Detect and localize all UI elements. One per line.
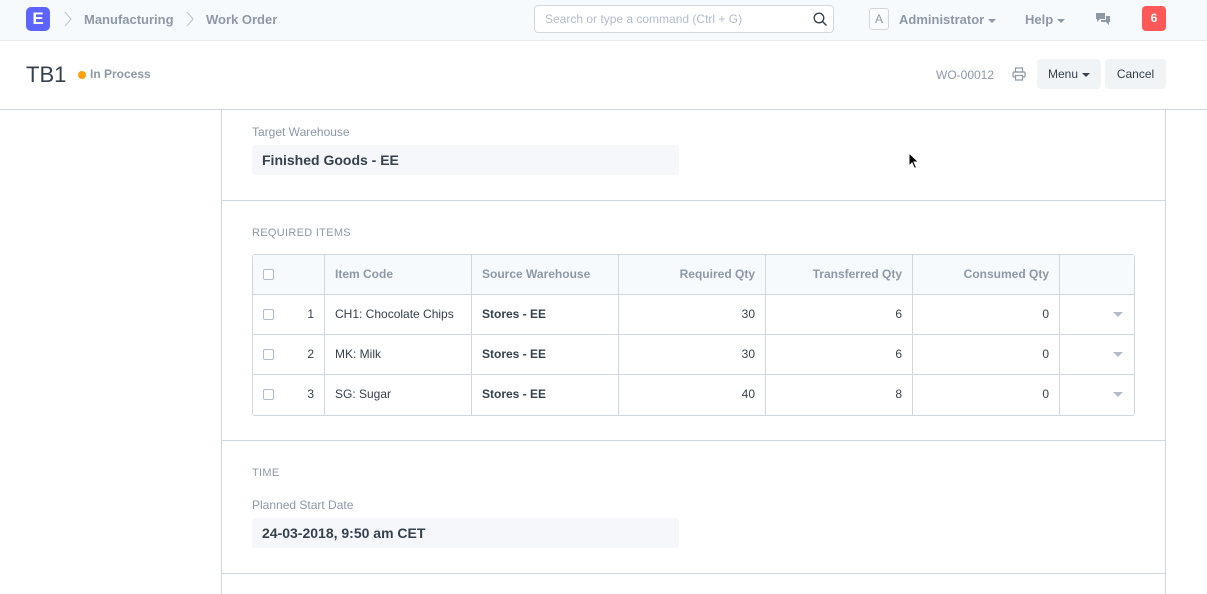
transferred-qty-cell[interactable]: 8	[766, 375, 913, 415]
cancel-button[interactable]: Cancel	[1105, 59, 1166, 89]
row-expand-icon[interactable]	[1113, 392, 1123, 397]
consumed-qty-cell[interactable]: 0	[913, 375, 1060, 415]
table-row[interactable]: 3 SG: Sugar Stores - EE 40 8 0	[253, 375, 1134, 415]
row-select-cell	[253, 335, 285, 374]
target-warehouse-field[interactable]: Finished Goods - EE	[252, 145, 679, 175]
column-header-source-warehouse: Source Warehouse	[472, 255, 619, 294]
row-index: 3	[285, 375, 325, 415]
avatar[interactable]: A	[869, 8, 889, 30]
transferred-qty-cell[interactable]: 6	[766, 295, 913, 334]
search-box	[534, 5, 834, 33]
breadcrumb-manufacturing[interactable]: Manufacturing	[84, 12, 174, 27]
row-actions-cell	[1060, 335, 1134, 374]
status-badge: In Process	[90, 67, 151, 81]
row-checkbox[interactable]	[263, 389, 274, 400]
select-all-checkbox[interactable]	[263, 269, 274, 280]
search-icon[interactable]	[813, 12, 828, 27]
column-header-transferred-qty: Transferred Qty	[766, 255, 913, 294]
row-checkbox[interactable]	[263, 309, 274, 320]
required-qty-cell[interactable]: 30	[619, 335, 766, 374]
chevron-right-icon	[64, 11, 72, 27]
row-expand-icon[interactable]	[1113, 352, 1123, 357]
column-header-required-qty: Required Qty	[619, 255, 766, 294]
transferred-qty-cell[interactable]: 6	[766, 335, 913, 374]
item-code-cell[interactable]: MK: Milk	[325, 335, 472, 374]
row-index: 1	[285, 295, 325, 334]
required-qty-cell[interactable]: 40	[619, 375, 766, 415]
table-row[interactable]: 1 CH1: Chocolate Chips Stores - EE 30 6 …	[253, 295, 1134, 335]
consumed-qty-cell[interactable]: 0	[913, 295, 1060, 334]
column-header-actions	[1060, 255, 1134, 294]
section-divider	[222, 440, 1165, 441]
row-actions-cell	[1060, 295, 1134, 334]
navbar: E Manufacturing Work Order A Administrat…	[0, 0, 1207, 41]
target-warehouse-label: Target Warehouse	[252, 125, 350, 139]
chevron-right-icon	[186, 11, 194, 27]
caret-down-icon	[1057, 18, 1066, 23]
row-checkbox[interactable]	[263, 349, 274, 360]
row-select-cell	[253, 375, 285, 415]
column-header-consumed-qty: Consumed Qty	[913, 255, 1060, 294]
source-warehouse-cell[interactable]: Stores - EE	[472, 375, 619, 415]
consumed-qty-cell[interactable]: 0	[913, 335, 1060, 374]
column-header-item-code: Item Code	[325, 255, 472, 294]
item-code-cell[interactable]: SG: Sugar	[325, 375, 472, 415]
row-actions-cell	[1060, 375, 1134, 415]
required-items-heading: REQUIRED ITEMS	[252, 227, 351, 239]
chat-icon[interactable]	[1095, 12, 1111, 27]
help-label: Help	[1025, 12, 1054, 27]
caret-down-icon	[988, 18, 997, 23]
planned-start-label: Planned Start Date	[252, 498, 354, 512]
source-warehouse-cell[interactable]: Stores - EE	[472, 335, 619, 374]
user-label: Administrator	[899, 12, 985, 27]
menu-label: Menu	[1047, 67, 1079, 81]
document-name: WO-00012	[936, 68, 995, 82]
table-header-row: Item Code Source Warehouse Required Qty …	[253, 255, 1134, 295]
user-dropdown[interactable]: Administrator	[899, 12, 997, 27]
item-code-cell[interactable]: CH1: Chocolate Chips	[325, 295, 472, 334]
app-logo[interactable]: E	[26, 7, 50, 31]
row-select-cell	[253, 295, 285, 334]
form-body: Target Warehouse Finished Goods - EE REQ…	[221, 110, 1166, 594]
breadcrumb-work-order[interactable]: Work Order	[206, 12, 277, 27]
source-warehouse-cell[interactable]: Stores - EE	[472, 295, 619, 334]
mouse-cursor-icon	[908, 152, 920, 170]
planned-start-field[interactable]: 24-03-2018, 9:50 am CET	[252, 518, 679, 548]
required-qty-cell[interactable]: 30	[619, 295, 766, 334]
required-items-table: Item Code Source Warehouse Required Qty …	[252, 254, 1135, 416]
time-heading: TIME	[252, 467, 280, 479]
index-header	[285, 255, 325, 294]
page-head: TB1 In Process WO-00012 Menu Cancel	[0, 41, 1207, 110]
row-index: 2	[285, 335, 325, 374]
page-title: TB1	[26, 62, 67, 87]
select-all-cell	[253, 255, 285, 294]
search-input[interactable]	[535, 6, 795, 32]
section-divider	[222, 573, 1165, 574]
notification-badge[interactable]: 6	[1142, 6, 1166, 31]
table-row[interactable]: 2 MK: Milk Stores - EE 30 6 0	[253, 335, 1134, 375]
row-expand-icon[interactable]	[1113, 312, 1123, 317]
section-divider	[222, 200, 1165, 201]
menu-button[interactable]: Menu	[1037, 59, 1101, 89]
caret-down-icon	[1082, 72, 1091, 77]
print-icon[interactable]	[1012, 67, 1026, 81]
help-dropdown[interactable]: Help	[1025, 12, 1066, 27]
status-indicator-icon	[78, 71, 86, 79]
